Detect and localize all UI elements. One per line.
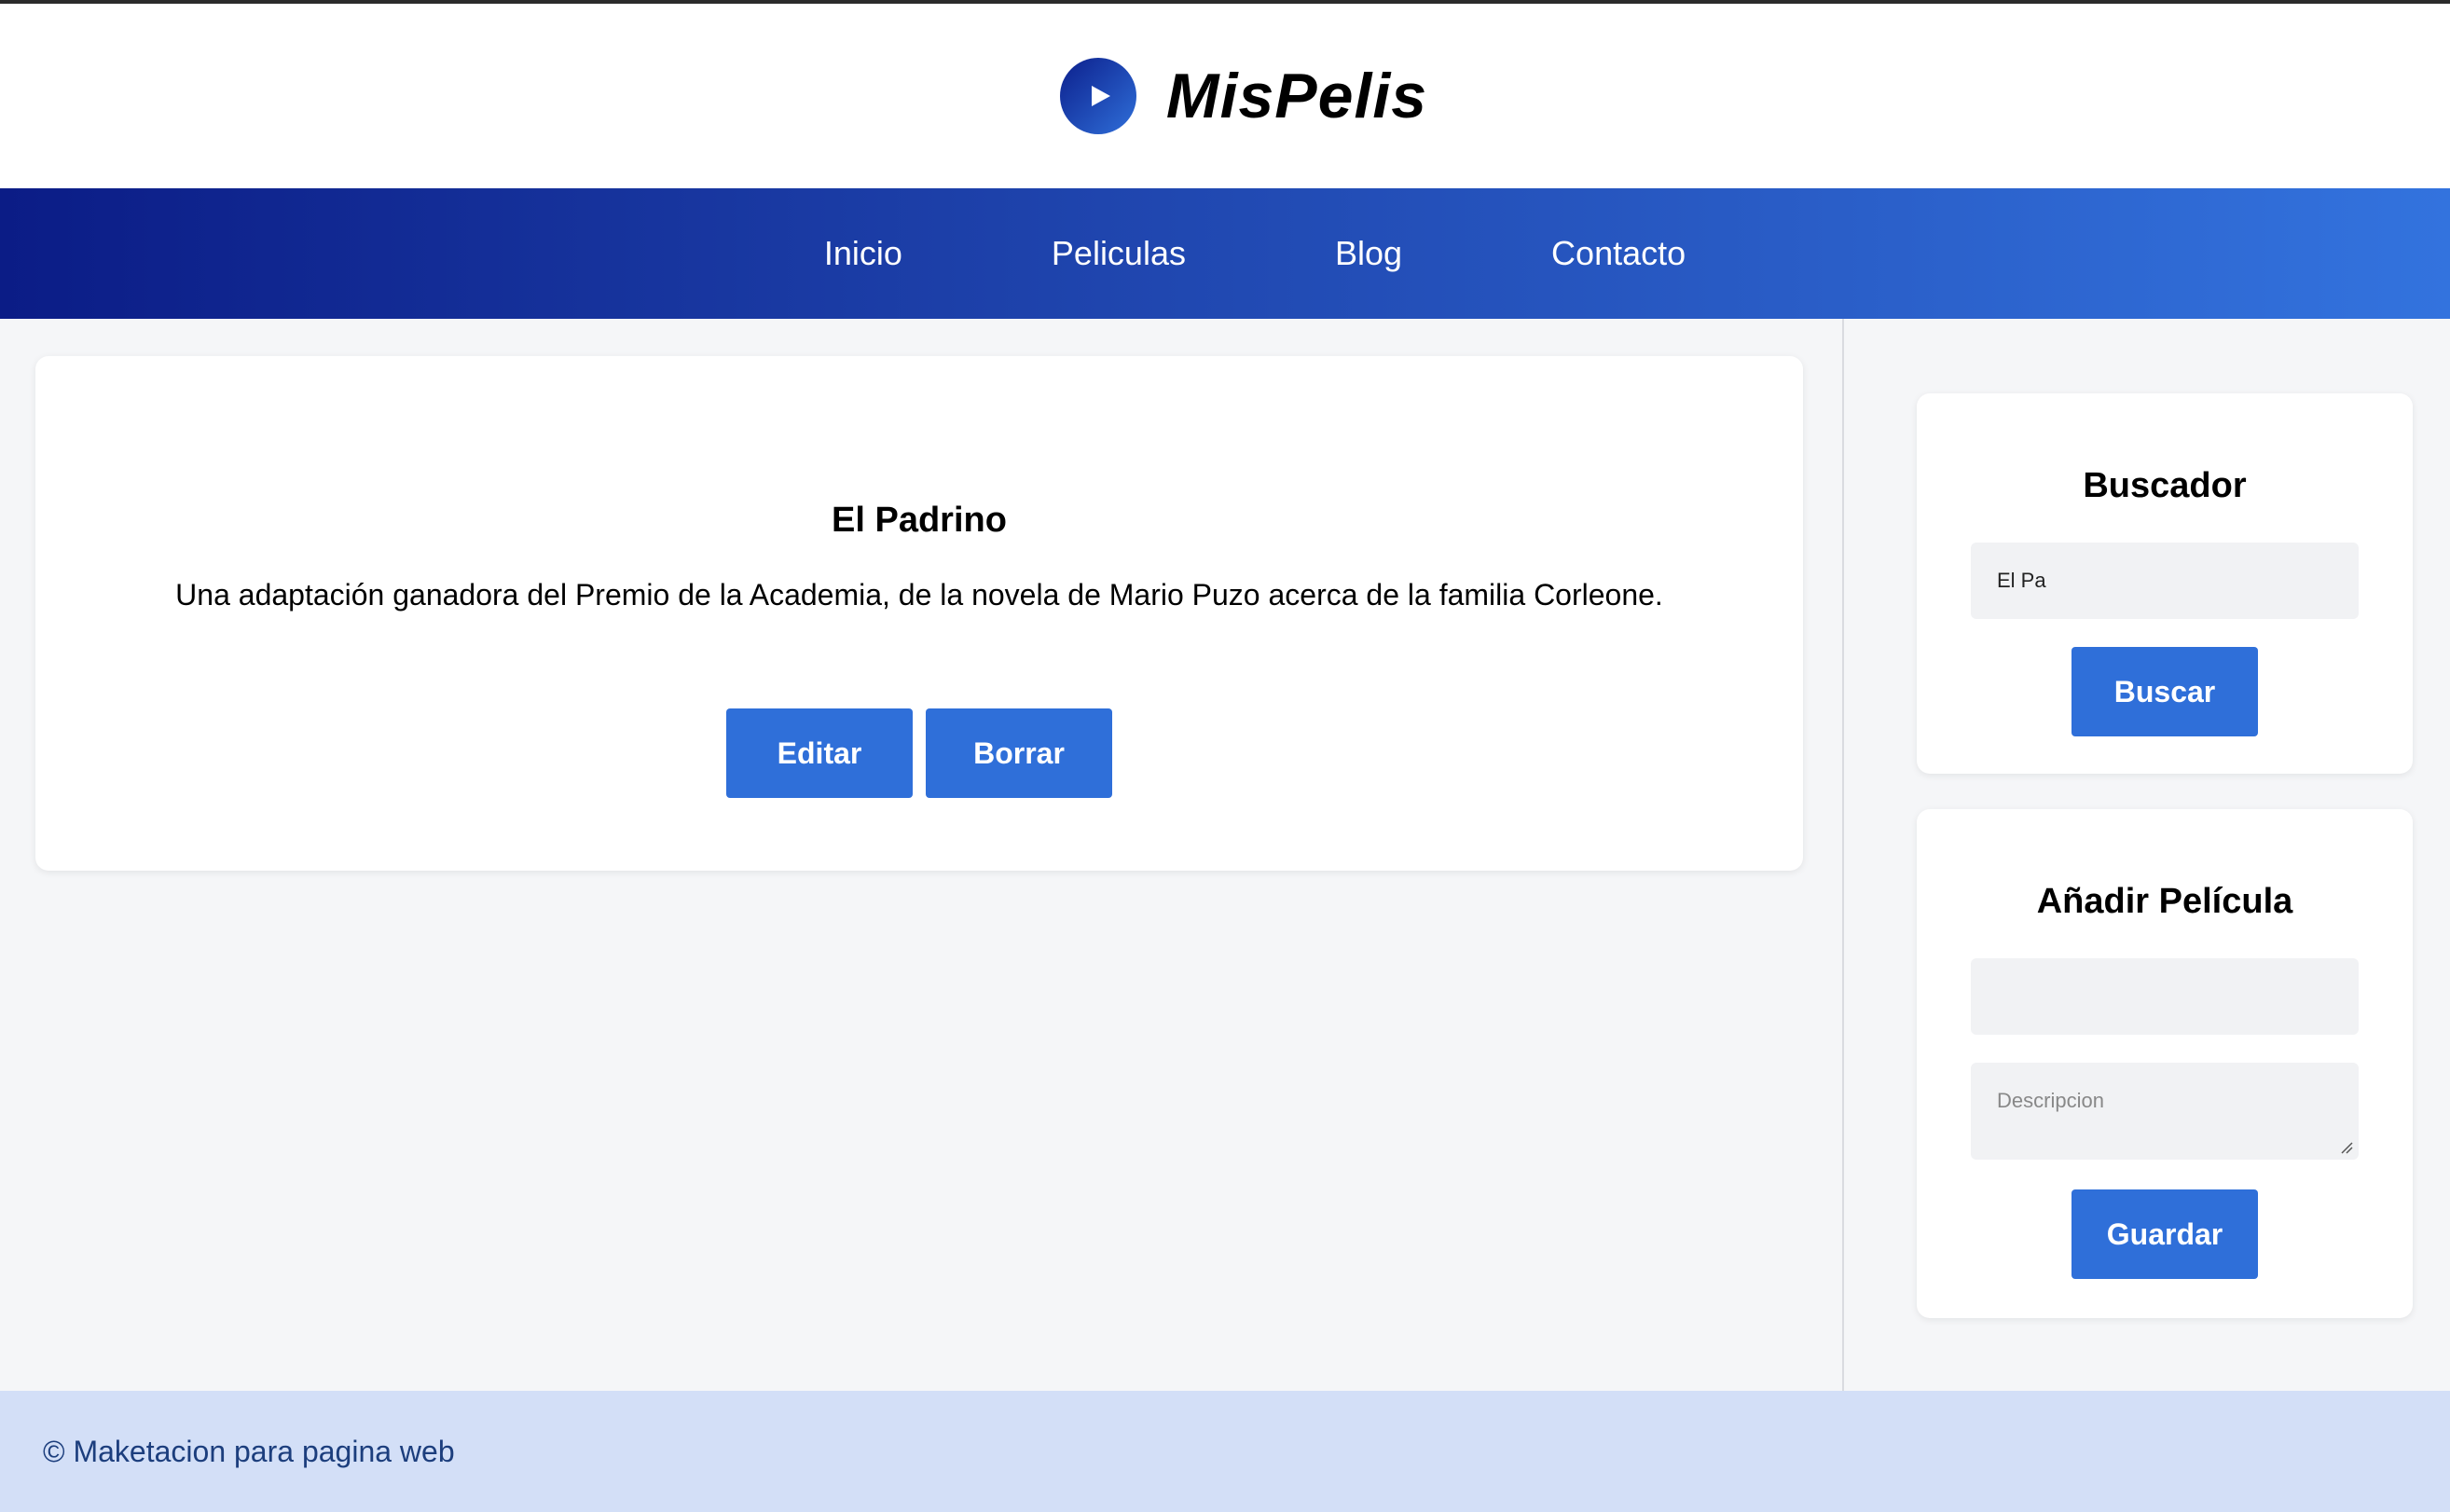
movie-description-textarea[interactable]: Descripcion	[1971, 1063, 2359, 1160]
play-triangle-icon	[1091, 86, 1110, 106]
description-placeholder: Descripcion	[1997, 1089, 2104, 1112]
delete-button[interactable]: Borrar	[926, 708, 1112, 798]
nav-item-inicio[interactable]: Inicio	[750, 234, 977, 273]
nav-item-peliculas[interactable]: Peliculas	[977, 234, 1260, 273]
movie-actions: Editar Borrar	[35, 708, 1803, 798]
save-button[interactable]: Guardar	[2071, 1189, 2258, 1279]
site-footer: © Maketacion para pagina web	[0, 1391, 2450, 1512]
search-input[interactable]: El Pa	[1971, 543, 2359, 619]
resize-grip-icon[interactable]	[2340, 1141, 2353, 1154]
play-icon	[1059, 58, 1136, 134]
logo[interactable]: MisPelis	[1059, 58, 1428, 134]
main-nav: Inicio Peliculas Blog Contacto	[0, 188, 2450, 319]
main-content: El Padrino Una adaptación ganadora del P…	[0, 319, 1842, 1391]
movie-description: Una adaptación ganadora del Premio de la…	[175, 578, 1663, 612]
movie-card: El Padrino Una adaptación ganadora del P…	[35, 356, 1803, 871]
search-widget-title: Buscador	[2083, 466, 2247, 505]
logo-text: MisPelis	[1165, 61, 1428, 131]
movie-title-input[interactable]	[1971, 958, 2359, 1035]
sidebar: Buscador El Pa Buscar Añadir Película De…	[1844, 319, 2450, 1391]
add-movie-widget: Añadir Película Descripcion Guardar	[1917, 809, 2413, 1318]
nav-item-blog[interactable]: Blog	[1260, 234, 1477, 273]
edit-button[interactable]: Editar	[726, 708, 913, 798]
movie-title: El Padrino	[832, 501, 1007, 540]
footer-copyright: © Maketacion para pagina web	[43, 1434, 455, 1468]
nav-item-contacto[interactable]: Contacto	[1477, 234, 1760, 273]
site-header: MisPelis	[0, 4, 2450, 188]
nav-list: Inicio Peliculas Blog Contacto	[750, 234, 1760, 273]
search-button[interactable]: Buscar	[2071, 647, 2258, 736]
add-movie-widget-title: Añadir Película	[2036, 882, 2293, 921]
search-widget: Buscador El Pa Buscar	[1917, 393, 2413, 774]
